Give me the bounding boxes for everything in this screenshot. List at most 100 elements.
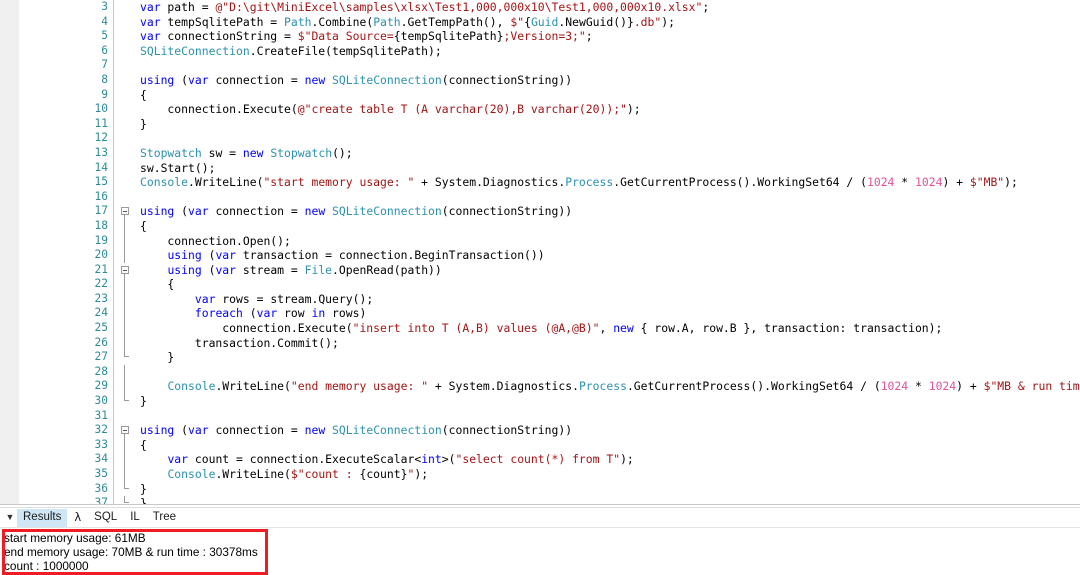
output-line: end memory usage: 70MB & run time : 3037…	[4, 545, 258, 559]
code-line[interactable]: 17 using (var connection = new SQLiteConn…	[0, 204, 1080, 220]
fold-margin[interactable]	[118, 15, 134, 30]
code-line[interactable]: 5 var connectionString = $"Data Source={t…	[0, 29, 1080, 44]
code-line[interactable]: 14 sw.Start();	[0, 160, 1080, 176]
code-line-text: }	[140, 350, 175, 365]
tab-sql[interactable]: SQL	[88, 509, 123, 527]
fold-collapse-icon[interactable]	[121, 207, 129, 216]
fold-margin[interactable]	[118, 423, 134, 439]
fold-margin[interactable]	[118, 321, 134, 336]
code-line[interactable]: 9{	[0, 87, 1080, 103]
code-line-text: var tempSqlitePath = Path.Combine(Path.G…	[140, 14, 675, 29]
collapse-caret-icon[interactable]: ▼	[3, 508, 17, 527]
fold-margin[interactable]	[118, 364, 134, 380]
fold-margin[interactable]	[118, 117, 134, 132]
fold-margin[interactable]	[118, 306, 134, 322]
code-line[interactable]: 19 connection.Open();	[0, 233, 1080, 249]
fold-margin[interactable]	[118, 102, 134, 117]
fold-margin[interactable]	[118, 29, 134, 44]
code-line[interactable]: 7	[0, 58, 1080, 73]
fold-margin[interactable]	[118, 58, 134, 73]
code-line[interactable]: 35 Console.WriteLine($"count : {count}")…	[0, 467, 1080, 482]
fold-margin[interactable]	[118, 88, 134, 103]
fold-margin[interactable]	[118, 73, 134, 88]
code-line[interactable]: 11}	[0, 116, 1080, 132]
fold-collapse-icon[interactable]	[121, 426, 129, 435]
fold-margin[interactable]	[118, 190, 134, 205]
tab-il[interactable]: IL	[124, 509, 146, 527]
fold-margin[interactable]	[118, 409, 134, 424]
code-line[interactable]: 15 Console.WriteLine("start memory usage:…	[0, 175, 1080, 190]
fold-margin[interactable]	[118, 204, 134, 220]
code-line[interactable]: 16	[0, 189, 1080, 205]
code-editor[interactable]: 3 var path = @"D:\git\MiniExcel\samples\x…	[0, 0, 1080, 504]
code-line[interactable]: 25 connection.Execute("insert into T (A,…	[0, 321, 1080, 336]
code-line[interactable]: 6 SQLiteConnection.CreateFile(tempSqliteP…	[0, 43, 1080, 59]
fold-margin[interactable]	[118, 248, 134, 263]
code-line[interactable]: 20 using (var transaction = connection.B…	[0, 248, 1080, 263]
fold-margin[interactable]	[118, 437, 134, 453]
code-line[interactable]: 18 {	[0, 218, 1080, 234]
results-tab-list[interactable]: Results λ SQL IL Tree	[17, 508, 183, 527]
fold-margin[interactable]	[118, 161, 134, 176]
fold-collapse-icon[interactable]	[121, 265, 129, 274]
tab-lambda[interactable]: λ	[68, 509, 87, 527]
code-line[interactable]: 3 var path = @"D:\git\MiniExcel\samples\x…	[0, 0, 1080, 15]
code-line-text: transaction.Commit();	[140, 335, 339, 350]
code-line[interactable]: 8 using (var connection = new SQLiteConne…	[0, 72, 1080, 88]
fold-margin[interactable]	[118, 263, 134, 278]
line-number: 17	[94, 204, 108, 218]
code-line[interactable]: 22 {	[0, 277, 1080, 292]
fold-margin[interactable]	[118, 379, 134, 395]
gutter-separator	[113, 364, 114, 380]
gutter-separator	[113, 248, 114, 263]
gutter-separator	[113, 58, 114, 73]
fold-margin[interactable]	[118, 233, 134, 249]
code-line[interactable]: 36}	[0, 481, 1080, 497]
fold-margin[interactable]	[118, 146, 134, 161]
code-line[interactable]: 23 var rows = stream.Query();	[0, 291, 1080, 307]
fold-margin[interactable]	[118, 291, 134, 307]
fold-margin[interactable]	[118, 44, 134, 59]
fold-margin[interactable]	[118, 175, 134, 190]
code-line[interactable]: 4 var tempSqlitePath = Path.Combine(Path.…	[0, 14, 1080, 30]
fold-margin[interactable]	[118, 350, 134, 365]
fold-margin[interactable]	[118, 452, 134, 467]
fold-margin[interactable]	[118, 218, 134, 234]
fold-margin[interactable]	[118, 496, 134, 504]
gutter-separator	[113, 394, 114, 409]
gutter-separator	[113, 233, 114, 249]
results-output[interactable]: start memory usage: 61MB end memory usage…	[0, 528, 1080, 573]
code-line[interactable]: 29 Console.WriteLine("end memory usage: …	[0, 379, 1080, 395]
code-line[interactable]: 10 connection.Execute(@"create table T (…	[0, 102, 1080, 117]
code-line[interactable]: 33 {	[0, 437, 1080, 453]
code-line[interactable]: 21 using (var stream = File.OpenRead(pat…	[0, 262, 1080, 278]
code-line[interactable]: 31	[0, 408, 1080, 424]
fold-guide-line	[124, 248, 125, 263]
code-line[interactable]: 27 }	[0, 350, 1080, 365]
code-line[interactable]: 24 foreach (var row in rows)	[0, 306, 1080, 322]
gutter-separator	[113, 72, 114, 88]
code-line[interactable]: 13 Stopwatch sw = new Stopwatch();	[0, 145, 1080, 161]
code-line[interactable]: 12	[0, 131, 1080, 146]
fold-margin[interactable]	[118, 394, 134, 409]
fold-guide-line	[124, 335, 125, 351]
fold-margin[interactable]	[118, 335, 134, 351]
fold-margin[interactable]	[118, 467, 134, 482]
fold-margin[interactable]	[118, 277, 134, 292]
results-tabbar[interactable]: ▼ Results λ SQL IL Tree	[0, 508, 1080, 528]
fold-margin[interactable]	[118, 131, 134, 146]
code-line[interactable]: 26 transaction.Commit();	[0, 335, 1080, 351]
fold-margin[interactable]	[118, 0, 134, 15]
tab-tree[interactable]: Tree	[147, 509, 182, 527]
results-panel: ▼ Results λ SQL IL Tree start memory usage: …	[0, 508, 1080, 573]
tab-results[interactable]: Results	[17, 508, 68, 527]
code-lines-container[interactable]: 3 var path = @"D:\git\MiniExcel\samples\x…	[0, 0, 1080, 504]
code-line[interactable]: 30}	[0, 394, 1080, 409]
code-line[interactable]: 34 var count = connection.ExecuteScalar<…	[0, 452, 1080, 467]
fold-margin[interactable]	[118, 481, 134, 497]
code-line[interactable]: 32 using (var connection = new SQLiteConn…	[0, 423, 1080, 439]
code-line[interactable]: 37}	[0, 496, 1080, 504]
code-line[interactable]: 28	[0, 364, 1080, 380]
fold-guide-line	[124, 291, 125, 307]
line-number: 32	[94, 423, 108, 437]
